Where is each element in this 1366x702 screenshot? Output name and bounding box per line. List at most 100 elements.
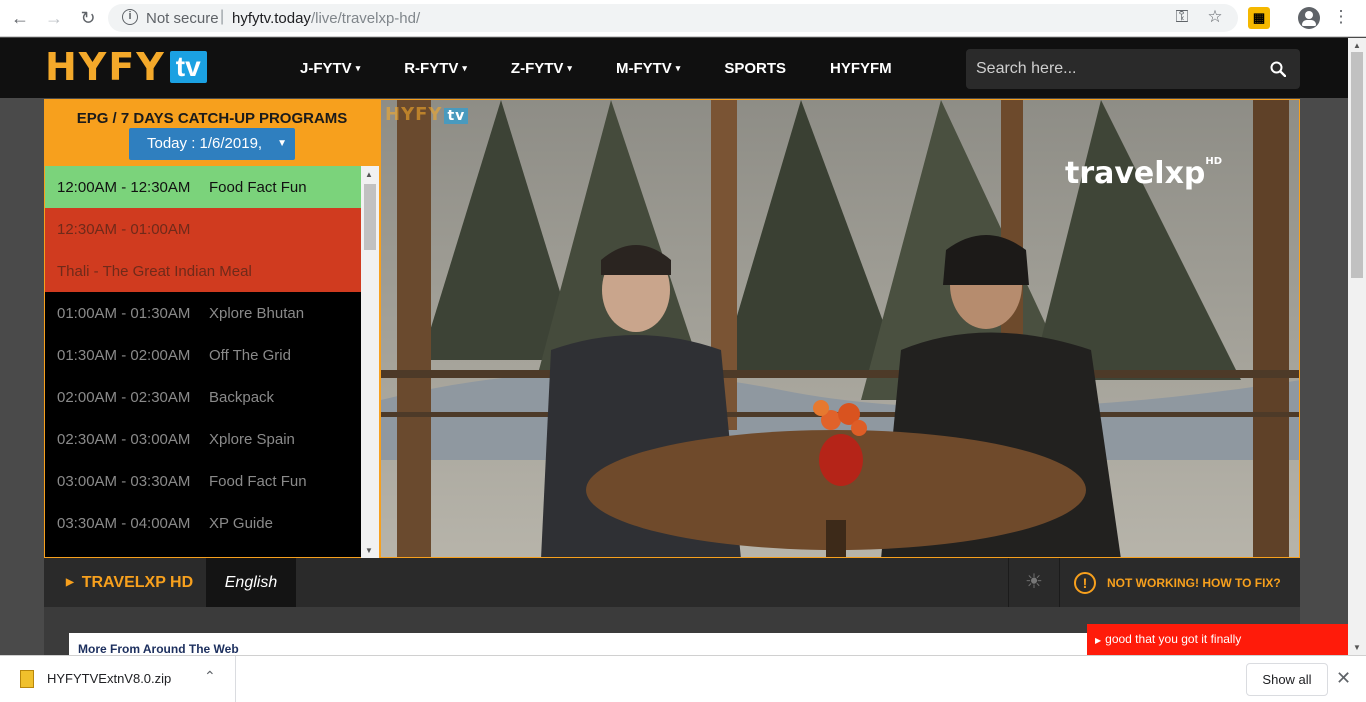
- extension-icon[interactable]: ▦: [1248, 7, 1270, 29]
- download-shelf: HYFYTVExtnV8.0.zip ⌃ Show all ✕: [0, 655, 1366, 702]
- program-row[interactable]: 03:30AM - 04:00AM XP Guide: [45, 502, 361, 544]
- program-row[interactable]: 12:30AM - 01:00AM: [45, 208, 361, 250]
- program-time: 01:30AM - 02:00AM: [57, 346, 191, 364]
- key-icon[interactable]: ⚿: [1171, 7, 1193, 27]
- language-button[interactable]: English: [206, 558, 296, 607]
- epg-panel: EPG / 7 DAYS CATCH-UP PROGRAMS Today : 1…: [44, 99, 380, 558]
- browser-toolbar: ← → ↻ i Not secure | hyfytv.today/live/t…: [0, 0, 1366, 37]
- scroll-up-icon[interactable]: ▲: [365, 170, 373, 179]
- channel-name-label: TRAVELXP HD: [81, 574, 194, 591]
- url-text[interactable]: hyfytv.today/live/travelxp-hd/: [232, 10, 420, 27]
- nav-item-j-fytv[interactable]: J-FYTV ▾: [300, 60, 360, 77]
- scroll-up-icon[interactable]: ▲: [1353, 41, 1361, 50]
- nav-label: HYFYFM: [830, 59, 892, 77]
- program-row[interactable]: Thali - The Great Indian Meal: [45, 250, 361, 292]
- scroll-down-icon[interactable]: ▼: [1353, 643, 1361, 652]
- nav-label: R-FYTV: [404, 59, 459, 77]
- caret-down-icon: ▾: [355, 63, 361, 74]
- program-time: 02:00AM - 02:30AM: [57, 388, 191, 406]
- address-bar[interactable]: i Not secure | hyfytv.today/live/travelx…: [108, 4, 1238, 32]
- nav-item-sports[interactable]: SPORTS: [724, 60, 786, 77]
- reload-icon[interactable]: ↻: [76, 6, 100, 30]
- program-row[interactable]: 02:30AM - 03:00AM Xplore Spain: [45, 418, 361, 460]
- program-row[interactable]: 12:00AM - 12:30AM Food Fact Fun: [45, 166, 361, 208]
- not-working-label: NOT WORKING! HOW TO FIX?: [1107, 575, 1281, 590]
- scrollbar-thumb[interactable]: [1351, 52, 1363, 278]
- program-time: 12:00AM - 12:30AM: [57, 178, 191, 196]
- nav-item-r-fytv[interactable]: R-FYTV ▾: [404, 60, 467, 77]
- site-header: HYFY tv J-FYTV ▾ R-FYTV ▾ Z-FYTV ▾ M-FYTV ▾ …: [0, 38, 1348, 98]
- search-input[interactable]: [966, 49, 1256, 89]
- site-logo[interactable]: HYFY tv: [45, 45, 207, 89]
- watermark-tv: tv: [444, 108, 469, 124]
- program-name: XP Guide: [209, 514, 273, 532]
- program-name: Xplore Bhutan: [209, 304, 305, 322]
- program-time: 02:30AM - 03:00AM: [57, 430, 191, 448]
- program-name: Food Fact Fun: [209, 472, 307, 490]
- nav-label: Z-FYTV: [510, 59, 564, 77]
- program-title: Thali - The Great Indian Meal: [57, 262, 252, 280]
- program-name: Off The Grid: [209, 346, 291, 364]
- url-path: /live/travelxp-hd/: [310, 10, 421, 27]
- nav-item-z-fytv[interactable]: Z-FYTV ▾: [511, 60, 572, 77]
- back-icon[interactable]: ←: [8, 6, 32, 30]
- zip-file-icon: [20, 670, 34, 688]
- logo-tv-badge: tv: [169, 51, 207, 83]
- scroll-down-icon[interactable]: ▼: [365, 546, 373, 555]
- toast-text: good that you got it finally: [1105, 632, 1242, 646]
- url-host: hyfytv.today: [232, 10, 311, 27]
- video-watermark-logo: HYFY tv: [385, 104, 469, 125]
- play-triangle-icon: ▶: [66, 577, 74, 589]
- nav-item-m-fytv[interactable]: M-FYTV ▾: [616, 60, 680, 77]
- program-row[interactable]: 03:00AM - 03:30AM Food Fact Fun: [45, 460, 361, 502]
- epg-header: EPG / 7 DAYS CATCH-UP PROGRAMS Today : 1…: [45, 100, 379, 166]
- warning-icon: !: [1074, 571, 1096, 594]
- program-time: 03:30AM - 04:00AM: [57, 514, 191, 532]
- forward-icon[interactable]: →: [42, 6, 66, 30]
- caret-down-icon: ▾: [675, 63, 681, 74]
- info-icon[interactable]: i: [122, 9, 138, 25]
- download-filename: HYFYTVExtnV8.0.zip: [47, 671, 172, 686]
- search-box: [966, 49, 1300, 89]
- program-row[interactable]: 02:00AM - 02:30AM Backpack: [45, 376, 361, 418]
- scrollbar-thumb[interactable]: [364, 184, 376, 250]
- close-icon[interactable]: ✕: [1336, 668, 1351, 689]
- page-scrollbar[interactable]: ▲ ▼: [1348, 38, 1366, 655]
- epg-date-select[interactable]: Today : 1/6/2019, ▼: [129, 128, 295, 160]
- brightness-icon[interactable]: ☀: [1008, 558, 1060, 607]
- epg-program-list[interactable]: 12:00AM - 12:30AM Food Fact Fun 12:30AM -…: [45, 166, 361, 558]
- program-name: Xplore Spain: [209, 430, 295, 448]
- channel-logo-text: travelxp: [1065, 156, 1206, 191]
- search-icon[interactable]: [1270, 61, 1286, 77]
- top-navigation: J-FYTV ▾ R-FYTV ▾ Z-FYTV ▾ M-FYTV ▾ SPORTS H…: [300, 38, 936, 98]
- address-separator: |: [220, 8, 225, 25]
- video-player[interactable]: HYFY tv travelxpHD: [380, 99, 1300, 558]
- program-name: Backpack: [209, 388, 275, 406]
- menu-dots-icon[interactable]: ⋮: [1330, 7, 1352, 27]
- epg-scrollbar[interactable]: ▲ ▼: [361, 166, 379, 558]
- more-from-web-panel: More From Around The Web: [69, 633, 1087, 656]
- nav-label: SPORTS: [724, 59, 786, 77]
- nav-label: J-FYTV: [300, 59, 352, 77]
- channel-logo-hd: HD: [1205, 156, 1223, 167]
- epg-date-value: Today : 1/6/2019,: [147, 135, 263, 152]
- watermark-text: HYFY: [385, 104, 443, 125]
- triangle-icon: ▶: [1095, 636, 1102, 645]
- program-row[interactable]: 01:00AM - 01:30AM Xplore Bhutan: [45, 292, 361, 334]
- download-item[interactable]: HYFYTVExtnV8.0.zip ⌃: [16, 656, 236, 702]
- epg-title: EPG / 7 DAYS CATCH-UP PROGRAMS: [76, 110, 348, 127]
- dropdown-arrow-icon: ▼: [277, 138, 287, 149]
- player-info-bar: ▶ TRAVELXP HD English ☀ ! NOT WORKING! HO…: [44, 558, 1300, 607]
- nav-item-hyfyfm[interactable]: HYFYFM: [830, 60, 892, 77]
- logo-text: HYFY: [45, 45, 166, 89]
- show-all-button[interactable]: Show all: [1246, 663, 1328, 696]
- profile-icon[interactable]: [1298, 7, 1320, 29]
- notification-toast[interactable]: ▶ good that you got it finally: [1087, 624, 1348, 655]
- caret-down-icon: ▾: [567, 63, 572, 74]
- caret-down-icon: ▾: [462, 63, 467, 74]
- program-row[interactable]: 01:30AM - 02:00AM Off The Grid: [45, 334, 361, 376]
- not-working-help-link[interactable]: ! NOT WORKING! HOW TO FIX?: [1074, 558, 1281, 607]
- program-time: 03:00AM - 03:30AM: [57, 472, 191, 490]
- bookmark-star-icon[interactable]: ☆: [1204, 7, 1226, 27]
- chevron-up-icon[interactable]: ⌃: [204, 668, 216, 685]
